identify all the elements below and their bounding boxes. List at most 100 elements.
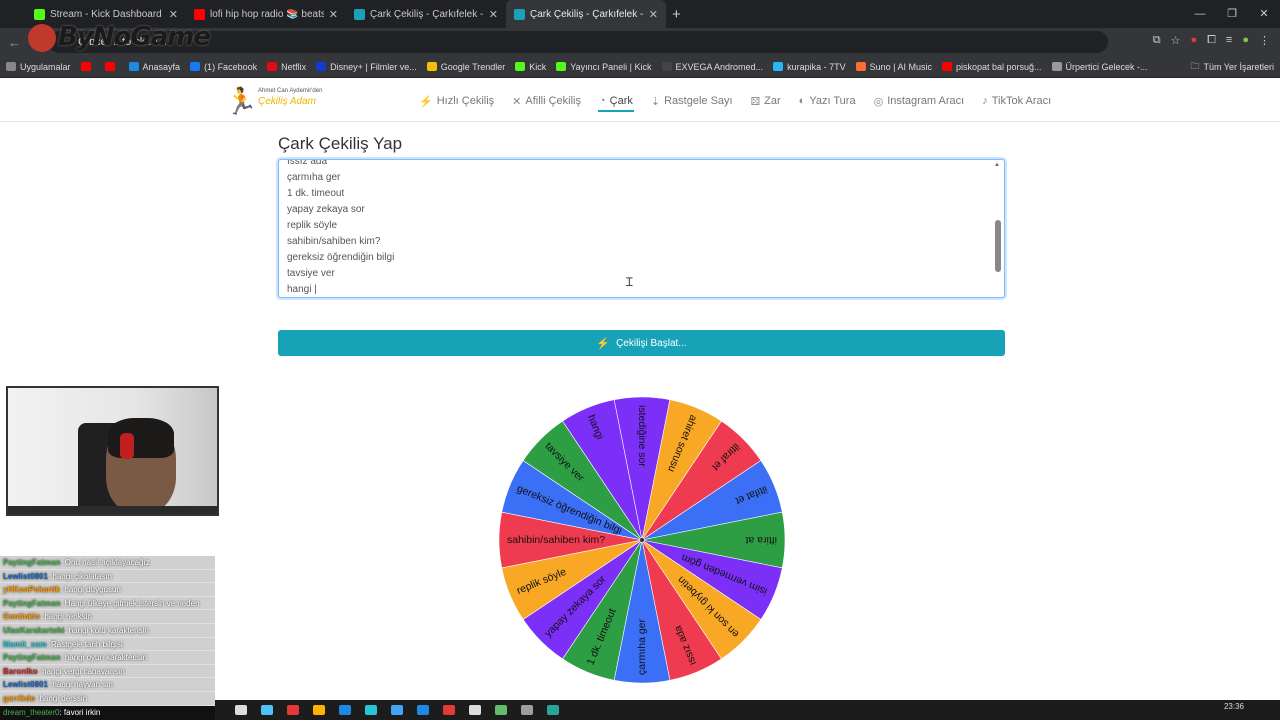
profile-avatar-icon[interactable]: ● [1242,34,1249,47]
bookmark-label: Ürpertici Gelecek -... [1065,61,1148,72]
taskbar-app-icon[interactable] [365,705,377,715]
back-icon[interactable]: ← [8,35,28,50]
nav-link[interactable]: ⇣ Rastgele Sayı [642,80,742,122]
media-icon[interactable]: ≡ [1226,34,1232,47]
bookmark-item[interactable]: Yayıncı Paneli | Kick [556,62,652,72]
entry-line: yapay zekaya sor [287,204,365,215]
page-title: Çark Çekiliş Yap [278,134,403,153]
tab-close-icon[interactable]: ✕ [169,8,178,21]
tab-close-icon[interactable]: ✕ [649,8,658,21]
nav-icon: ⇣ [650,95,661,108]
chat-text: : hangi oyun karakterisin [60,653,148,663]
bookmark-item[interactable]: kurapika - 7TV [773,62,846,72]
textarea-scrollbar[interactable]: ▲ [994,162,1002,295]
bookmark-item[interactable]: piskopat bal porsuğ... [941,61,1042,72]
bookmark-item[interactable]: (1) Facebook [190,62,257,72]
scrollbar-thumb[interactable] [995,220,1001,272]
browser-tab[interactable]: Çark Çekiliş - Çarkıfelek - Hızlı Ç ✕ [346,0,506,28]
nav-label: Afilli Çekiliş [525,95,581,107]
window-controls: — ❐ ✕ [1184,0,1280,28]
chat-message: PaytingFatman: hangi oyun karakterisin [0,651,215,665]
bookmark-item[interactable]: Google Trendler [426,62,505,72]
close-window-icon[interactable]: ✕ [1248,0,1280,28]
wheel-segment-label: çarmıha ger [636,618,648,675]
new-tab-icon[interactable]: + [672,6,681,23]
chat-message: PaytingFatman: Onu nasıl açıklayacağız [0,556,215,570]
chat-username: Lewlist0801 [3,680,48,690]
bookmark-item[interactable]: Anasayfa [128,62,180,72]
taskbar-app-icon[interactable] [313,705,325,715]
taskbar-app-icon[interactable] [391,705,403,715]
nav-link[interactable]: ✕ Afilli Çekiliş [503,80,590,122]
taskbar-app-icon[interactable] [443,705,455,715]
maximize-icon[interactable]: ❐ [1216,0,1248,28]
bookmark-item[interactable]: Ürpertici Gelecek -... [1051,61,1148,72]
bookmark-favicon-icon [661,62,672,71]
nav-link[interactable]: ◎ Instagram Aracı [865,80,974,122]
taskbar-app-icon[interactable] [547,705,559,715]
scroll-up-icon[interactable]: ▲ [994,162,1000,168]
nav-link[interactable]: ⚄ Zar [742,80,790,122]
bookmark-item[interactable]: Uygulamalar [6,62,71,72]
bookmark-item[interactable]: Suno | AI Music [855,61,932,72]
nav-link[interactable]: ◔ Çark [590,80,642,122]
site-logo[interactable]: 🏃 Ahmet Can Aydemir'den Çekiliş Adam [225,84,335,120]
taskbar-app-icon[interactable] [417,705,429,715]
start-draw-button[interactable]: ⚡ Çekilişi Başlat... [278,330,1005,356]
nav-link[interactable]: ◐ Yazı Tura [790,80,865,122]
bookmark-item[interactable]: EXVEGA Andromed... [661,62,763,72]
bookmark-favicon-icon [190,62,201,71]
entries-lines: ıssız ada çarmıha ger 1 dk. timeout yapay z… [287,160,996,297]
taskbar-app-icon[interactable] [287,705,299,715]
bookmark-label: Suno | AI Music [869,61,932,72]
nav-link[interactable]: ♪ TikTok Aracı [973,80,1060,122]
bookmark-label: Kick [529,61,547,72]
chat-text: : hangi hayvan sın [47,680,113,690]
taskbar-app-icon[interactable] [521,705,533,715]
taskbar-app-icon[interactable] [235,705,247,715]
headphones-icon [120,433,134,459]
browser-tab[interactable]: Çark Çekiliş - Çarkıfelek - Hızlı Ç ✕ [506,0,666,28]
taskbar-icons [235,705,559,715]
minimize-icon[interactable]: — [1184,0,1216,28]
bookmark-item[interactable]: Kick [515,62,546,72]
menu-icon[interactable]: ⋮ [1259,34,1270,47]
bookmark-favicon-icon [773,62,784,71]
wheel-segment-label: iftira at [745,534,777,546]
bookmark-item[interactable] [80,62,95,71]
bookmark-star-icon[interactable]: ☆ [1171,34,1181,47]
chat-username: PaytingFatman [3,653,61,663]
bookmark-item[interactable]: Disney+ | Filmler ve... [316,62,417,72]
bookmark-favicon-icon [1051,62,1062,71]
bookmark-label: piskopat bal porsuğ... [955,61,1042,72]
nav-link[interactable]: ⚡ Hızlı Çekiliş [410,80,503,122]
chat-username: dream_theater0 [3,708,60,717]
bookmark-favicon-icon [316,62,327,71]
taskbar-app-icon[interactable] [261,705,273,715]
entry-line: tavsiye ver [287,268,335,279]
nav-label: Yazı Tura [809,95,856,107]
entry-line: çarmıha ger [287,172,341,183]
browser-tab[interactable]: lofi hip hop radio 📚 beats ✕ [186,0,346,28]
address-bar-icons: ⧉ ☆ ● ⧠ ≡ ● ⋮ [1153,34,1270,47]
bookmarks-bar: Uygulamalar Anasayfa (1) Facebook Netflix Di… [0,56,1280,78]
chat-username: Baronlko [3,666,38,676]
taskbar-app-icon[interactable] [339,705,351,715]
prize-wheel[interactable]: istediğine sor ahiret sorusu iltiraf etilt… [496,394,788,686]
nav-label: Çark [609,95,633,107]
taskbar-app-icon[interactable] [469,705,481,715]
chat-text: : hangi çikolatasın [47,571,112,581]
entry-line: hangi | [287,284,317,295]
chat-message: Lewlist0801: hangi çikolatasın [0,570,215,584]
extension-icon[interactable]: ● [1190,34,1197,47]
tab-close-icon[interactable]: ✕ [329,8,338,21]
bookmark-item[interactable]: Netflix [267,62,306,72]
install-icon[interactable]: ⧉ [1153,34,1161,47]
wheel-segment-label: sahibin/sahiben kim? [507,534,605,546]
nav-icon: ⚡ [419,95,433,108]
taskbar-app-icon[interactable] [495,705,507,715]
entries-textarea[interactable]: ıssız ada çarmıha ger 1 dk. timeout yapay z… [278,159,1005,298]
bookmark-item[interactable] [104,62,119,71]
extensions-puzzle-icon[interactable]: ⧠ [1207,34,1216,47]
tab-close-icon[interactable]: ✕ [489,8,498,21]
